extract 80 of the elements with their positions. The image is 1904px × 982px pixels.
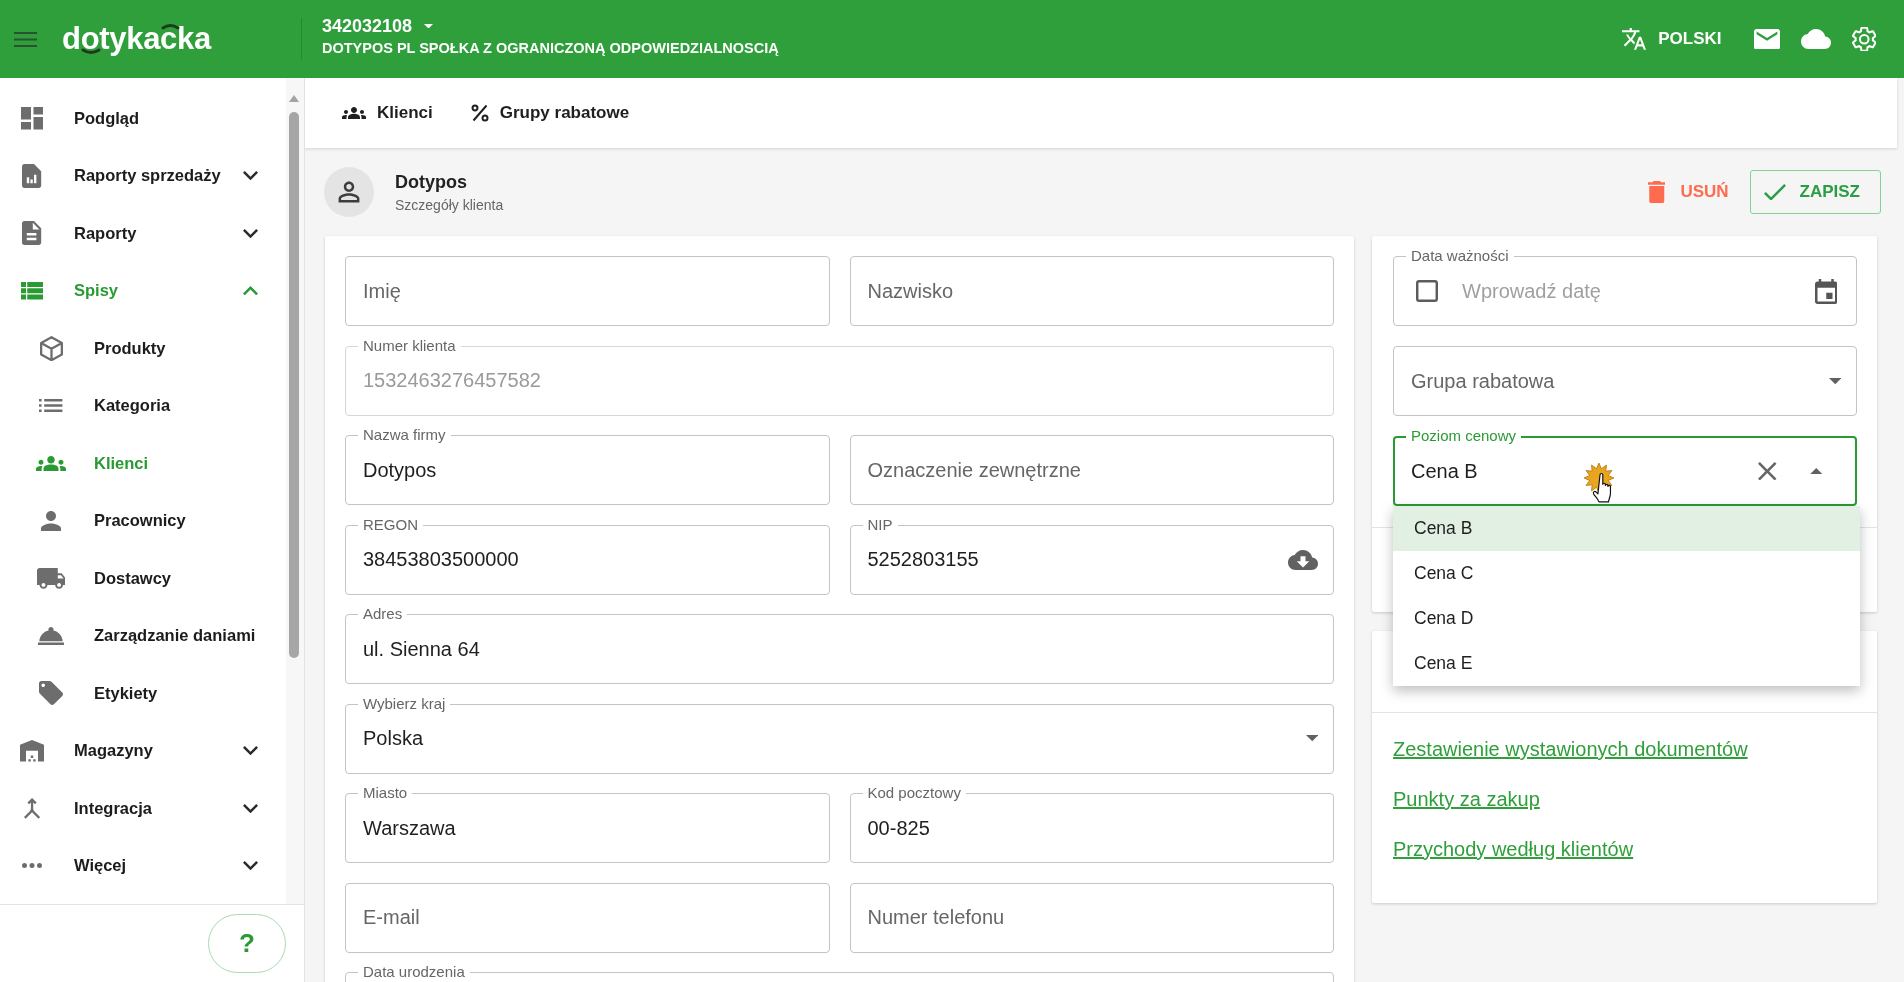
nav-item[interactable]: Klienci <box>0 434 286 492</box>
warehouse-icon <box>20 739 44 762</box>
nav-item[interactable]: Zarządzanie daniami <box>0 607 286 665</box>
menu-icon[interactable] <box>14 31 37 47</box>
input-field[interactable]: E-mail <box>345 882 830 953</box>
nav-item[interactable]: Magazyny <box>0 722 286 780</box>
tab[interactable]: Klienci <box>342 103 433 123</box>
tag-icon <box>39 681 63 706</box>
bar-chart-document-icon <box>22 163 42 188</box>
page-subtitle: Szczegóły klienta <box>395 196 504 213</box>
cloud-icon[interactable] <box>1800 29 1831 49</box>
chevron-down-icon[interactable] <box>243 746 258 756</box>
field-label: Poziom cenowy <box>1406 428 1522 444</box>
chevron-down-icon[interactable] <box>243 228 258 238</box>
cloche-icon <box>38 626 64 645</box>
person-icon <box>41 510 61 531</box>
nav-item[interactable]: Raporty <box>0 204 286 262</box>
field-label: Miasto <box>358 785 413 801</box>
input-field[interactable]: Numer telefonu <box>849 882 1334 953</box>
avatar-icon <box>324 167 374 217</box>
chevron-up-icon[interactable] <box>243 286 258 296</box>
translate-icon <box>1622 28 1647 50</box>
nav-item[interactable]: Spisy <box>0 262 286 320</box>
bulleted-list-icon <box>39 399 63 413</box>
calendar-icon[interactable] <box>1814 278 1837 304</box>
help-button[interactable]: ? <box>208 914 286 973</box>
company-name: DOTYPOS PL SPOŁKA Z OGRANICZONĄ ODPOWIEDZIALNOSCIĄ <box>321 40 779 57</box>
nav-item[interactable]: Więcej <box>0 837 286 895</box>
dropdown-up-icon[interactable] <box>1809 467 1822 475</box>
more-icon <box>22 863 42 869</box>
dropdown-arrow-icon[interactable] <box>1828 377 1841 385</box>
dropdown-option[interactable]: Cena C <box>1393 551 1860 596</box>
chevron-down-icon[interactable] <box>243 171 258 181</box>
list-icon <box>20 282 44 300</box>
trash-icon <box>1647 180 1666 204</box>
nav-item[interactable]: Dostawcy <box>0 549 286 607</box>
percent-icon <box>470 104 489 122</box>
truck-icon <box>36 567 66 589</box>
customer-name: Dotypos <box>395 171 468 193</box>
field-label: Data ważności <box>1406 248 1514 264</box>
nav-item[interactable]: Integracja <box>0 779 286 837</box>
nav-item[interactable]: Podgląd <box>0 89 286 147</box>
chevron-down-icon[interactable] <box>243 861 258 871</box>
input-field[interactable]: Nazwisko <box>849 256 1334 326</box>
dashboard-icon <box>20 107 44 130</box>
input-field[interactable]: Oznaczenie zewnętrzne <box>849 435 1334 505</box>
nav-item[interactable]: Produkty <box>0 319 286 377</box>
settings-icon[interactable] <box>1851 26 1876 52</box>
field-label: Adres <box>358 606 408 622</box>
cloud-download-icon[interactable] <box>1288 549 1318 570</box>
nav-item[interactable]: Kategoria <box>0 377 286 435</box>
people-icon <box>36 455 66 471</box>
scrollbar-thumb[interactable] <box>289 112 299 658</box>
dropdown-option[interactable]: Cena E <box>1393 641 1860 686</box>
field-label: Data urodzenia <box>358 964 470 980</box>
dropdown-arrow-icon[interactable] <box>1305 735 1318 742</box>
mail-icon[interactable] <box>1753 28 1780 50</box>
field-label: Wybierz kraj <box>358 695 451 712</box>
input-field[interactable]: Imię <box>345 256 830 326</box>
people-icon <box>342 107 366 119</box>
nav-item[interactable]: Raporty sprzedaży <box>0 147 286 205</box>
field-label: Nazwa firmy <box>358 427 451 443</box>
cube-icon <box>39 335 63 361</box>
scrollbar[interactable] <box>286 78 304 904</box>
merge-icon <box>23 797 41 819</box>
hand-cursor-icon <box>1583 462 1616 505</box>
check-icon <box>1763 183 1786 201</box>
caret-icon <box>424 23 434 29</box>
document-icon <box>22 221 42 246</box>
tab[interactable]: Grupy rabatowe <box>470 103 630 123</box>
chevron-down-icon[interactable] <box>243 803 258 813</box>
checkbox[interactable] <box>1416 280 1438 302</box>
nav-item[interactable]: Etykiety <box>0 664 286 722</box>
dropdown-option[interactable]: Cena D <box>1393 596 1860 641</box>
nav-item[interactable]: Pracownicy <box>0 492 286 550</box>
clear-icon[interactable] <box>1758 461 1777 481</box>
select-field[interactable]: Grupa rabatowa <box>1393 346 1857 416</box>
field-label: Kod pocztowy <box>862 785 966 801</box>
dropdown-option[interactable]: Cena B <box>1393 506 1860 551</box>
field-label: Numer klienta <box>358 337 461 354</box>
